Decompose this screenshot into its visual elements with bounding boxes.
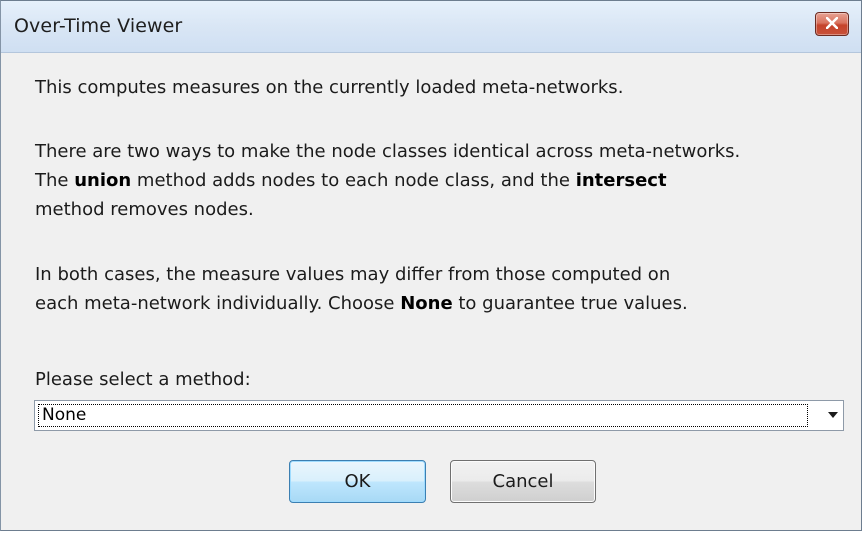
methods-line-1: There are two ways to make the node clas… bbox=[35, 141, 741, 162]
caveat-line-2: each meta-network individually. Choose N… bbox=[35, 293, 688, 314]
none-keyword: None bbox=[400, 293, 453, 314]
intersect-keyword: intersect bbox=[575, 170, 667, 191]
caveat-line-1: In both cases, the measure values may di… bbox=[35, 264, 671, 285]
methods-description: There are two ways to make the node clas… bbox=[35, 137, 740, 224]
caveat-description: In both cases, the measure values may di… bbox=[35, 260, 688, 318]
window-title: Over-Time Viewer bbox=[14, 15, 183, 37]
title-bar[interactable]: Over-Time Viewer bbox=[1, 1, 861, 53]
ok-button[interactable]: OK bbox=[289, 460, 426, 503]
method-select[interactable]: None bbox=[34, 400, 844, 431]
method-select-label: Please select a method: bbox=[35, 369, 251, 390]
method-select-value[interactable]: None bbox=[38, 404, 808, 427]
union-keyword: union bbox=[74, 170, 132, 191]
dialog-window: Over-Time Viewer This computes measures … bbox=[0, 0, 862, 531]
close-button[interactable] bbox=[815, 12, 849, 36]
methods-line-3: method removes nodes. bbox=[35, 199, 254, 220]
chevron-down-icon[interactable] bbox=[828, 412, 838, 418]
intro-text: This computes measures on the currently … bbox=[35, 77, 624, 98]
dialog-content: This computes measures on the currently … bbox=[1, 53, 861, 530]
cancel-button[interactable]: Cancel bbox=[450, 460, 596, 503]
methods-line-2: The union method adds nodes to each node… bbox=[35, 170, 667, 191]
